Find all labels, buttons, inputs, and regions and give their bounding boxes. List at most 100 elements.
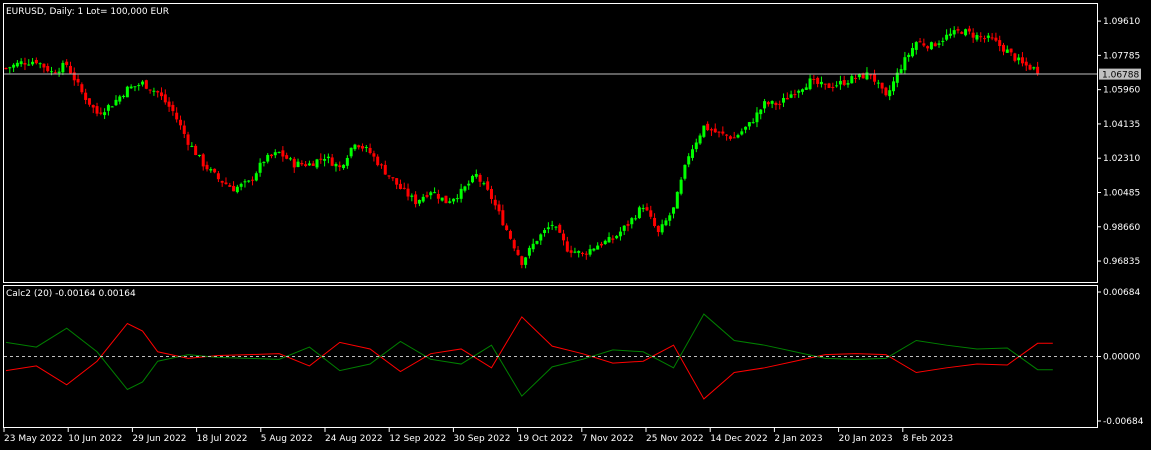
candle-up (964, 29, 968, 36)
candle-up (759, 109, 763, 115)
candle-up (668, 215, 672, 221)
indicator-line-green (5, 313, 1053, 397)
candle-up (838, 80, 842, 85)
candle-down (645, 207, 649, 211)
main-panel-frame (3, 3, 1098, 283)
candle-down (778, 103, 782, 105)
candle-down (812, 78, 816, 80)
candle-up (296, 161, 300, 167)
candle-up (129, 86, 133, 89)
candle-down (201, 154, 205, 167)
candle-up (618, 231, 622, 237)
candle-up (57, 71, 61, 74)
candle-up (50, 71, 54, 73)
candles-layer (4, 25, 1040, 269)
candle-down (383, 164, 387, 175)
candle-up (952, 30, 956, 35)
candle-up (747, 122, 751, 127)
candle-up (603, 240, 607, 245)
x-tick-label: 23 May 2022 (4, 434, 63, 444)
candle-down (285, 155, 289, 159)
candle-up (914, 42, 918, 50)
candle-down (501, 210, 505, 226)
candle-up (876, 82, 880, 84)
sub-y-tick-label: 0.00000 (1103, 353, 1140, 363)
candle-up (114, 99, 118, 106)
candle-down (84, 92, 88, 100)
candle-up (539, 234, 543, 241)
candle-down (713, 128, 717, 133)
candle-up (782, 98, 786, 103)
candle-down (220, 180, 224, 183)
trading-chart[interactable]: EURUSD, Daily: 1 Lot= 100,000 EUR Calc2 … (0, 0, 1151, 450)
candle-up (554, 226, 558, 228)
candle-down (728, 136, 732, 139)
candle-up (1017, 57, 1021, 61)
candle-down (505, 225, 509, 231)
candle-up (8, 67, 12, 69)
candle-up (975, 35, 979, 40)
candle-up (152, 90, 156, 92)
candle-up (266, 154, 270, 162)
candle-up (800, 89, 804, 92)
candle-down (376, 156, 380, 166)
main-y-axis: 1.09610 1.07785 1.05960 1.04135 1.02310 1.004… (1097, 17, 1140, 267)
candle-down (478, 174, 482, 182)
candle-up (326, 156, 330, 159)
candle-up (888, 90, 892, 97)
candle-down (508, 230, 512, 239)
candle-up (61, 62, 65, 73)
candle-down (368, 147, 372, 154)
main-y-tick-label: 1.05960 (1103, 86, 1140, 96)
candle-up (907, 54, 911, 58)
candle-down (34, 59, 38, 64)
candle-up (421, 196, 425, 202)
candle-up (243, 181, 247, 183)
sub-y-tick-label: -0.00684 (1103, 417, 1144, 427)
candle-down (1009, 48, 1013, 53)
candle-up (38, 63, 42, 65)
candle-up (910, 48, 914, 57)
candle-up (137, 85, 141, 87)
candle-down (725, 134, 729, 136)
candle-up (1005, 49, 1009, 53)
candle-up (596, 245, 600, 250)
candle-up (892, 81, 896, 92)
candle-down (304, 164, 308, 166)
candle-down (160, 92, 164, 97)
candle-up (702, 125, 706, 137)
sub-y-tick-label: 0.00684 (1103, 288, 1140, 298)
candle-up (110, 106, 114, 108)
x-tick-label: 25 Nov 2022 (646, 434, 704, 444)
candle-down (842, 80, 846, 85)
x-tick-label: 8 Feb 2023 (903, 434, 953, 444)
x-tick-label: 12 Sep 2022 (389, 434, 446, 444)
candle-up (698, 135, 702, 144)
candle-up (945, 34, 949, 40)
candle-down (91, 104, 95, 108)
candle-down (816, 77, 820, 84)
candle-up (899, 69, 903, 74)
candle-down (398, 183, 402, 189)
candle-up (141, 81, 145, 85)
candle-down (311, 163, 315, 166)
candle-down (213, 168, 217, 173)
candle-up (133, 86, 137, 88)
candle-up (349, 147, 353, 157)
candle-down (194, 145, 198, 156)
candle-down (148, 89, 152, 91)
candle-up (835, 85, 839, 87)
candle-up (471, 176, 475, 183)
candle-down (186, 134, 190, 145)
candle-up (694, 142, 698, 150)
x-tick-label: 5 Aug 2022 (261, 434, 313, 444)
x-tick-label: 10 Jun 2022 (68, 434, 122, 444)
candle-up (1032, 67, 1036, 69)
sub-panel-title: Calc2 (20) -0.00164 0.00164 (6, 289, 136, 299)
candle-up (641, 208, 645, 210)
candle-down (998, 40, 1002, 47)
candle-down (1013, 53, 1017, 61)
candle-down (512, 240, 516, 249)
candle-down (144, 80, 148, 89)
candle-down (216, 173, 220, 180)
